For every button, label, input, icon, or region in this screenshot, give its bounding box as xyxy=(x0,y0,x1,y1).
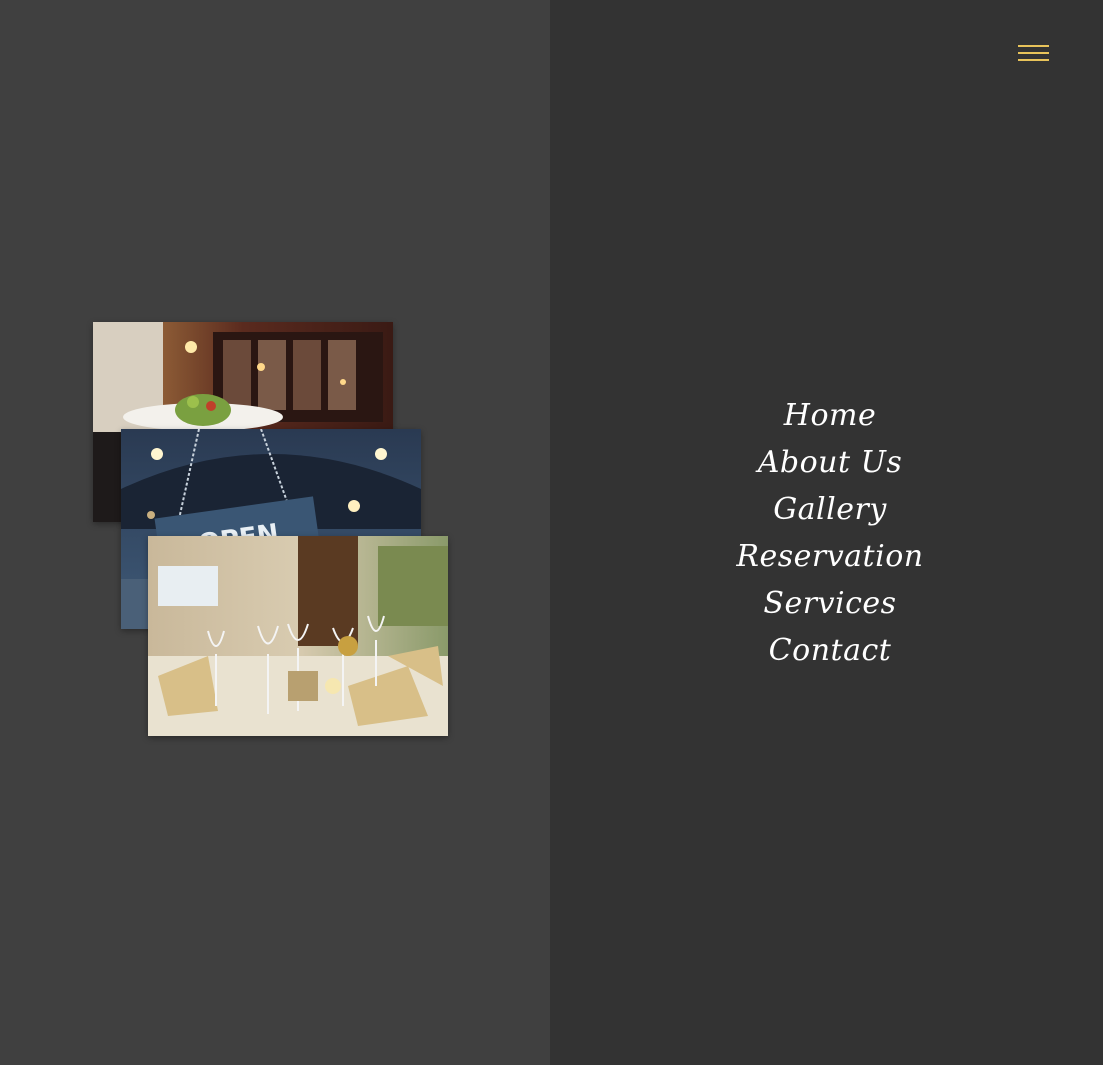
nav-link-reservation[interactable]: Reservation xyxy=(736,539,923,574)
nav-link-contact[interactable]: Contact xyxy=(769,633,892,668)
hamburger-line xyxy=(1018,52,1049,54)
left-panel: OPEN xyxy=(0,0,550,1065)
restaurant-table-setting-photo xyxy=(148,536,448,736)
hamburger-line xyxy=(1018,59,1049,61)
nav-link-services[interactable]: Services xyxy=(763,586,896,621)
nav-item-gallery: Gallery xyxy=(680,486,980,533)
nav-item-contact: Contact xyxy=(680,627,980,674)
hamburger-line xyxy=(1018,45,1049,47)
hamburger-icon[interactable] xyxy=(1016,42,1052,66)
nav-link-gallery[interactable]: Gallery xyxy=(773,492,887,527)
nav-link-home[interactable]: Home xyxy=(784,398,876,433)
nav-link-about-us[interactable]: About Us xyxy=(758,445,903,480)
main-navigation: Home About Us Gallery Reservation Servic… xyxy=(680,392,980,674)
nav-item-home: Home xyxy=(680,392,980,439)
nav-item-about-us: About Us xyxy=(680,439,980,486)
nav-item-services: Services xyxy=(680,580,980,627)
nav-item-reservation: Reservation xyxy=(680,533,980,580)
